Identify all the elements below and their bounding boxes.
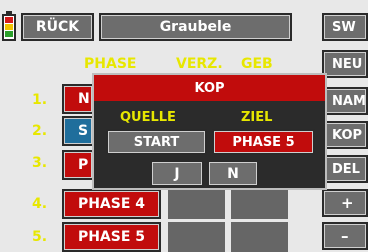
delay-cell[interactable] (168, 222, 225, 252)
target-label: ZIEL (241, 110, 273, 125)
phase-row-5-button[interactable]: PHASE 5 (62, 222, 161, 252)
phase-row-4-label: PHASE 4 (77, 196, 146, 212)
name-button[interactable]: NAM (322, 87, 368, 115)
source-label: QUELLE (120, 110, 176, 125)
target-phase-button[interactable]: PHASE 5 (212, 129, 315, 155)
back-button[interactable]: RÜCK (21, 13, 94, 41)
copy-button[interactable]: KOP (322, 121, 368, 149)
dialog-title: KOP (94, 75, 325, 101)
copy-button-label: KOP (332, 127, 363, 143)
gear-cell[interactable] (231, 222, 288, 252)
column-header-phase: PHASE (84, 56, 137, 72)
minus-button-label: – (341, 227, 349, 245)
plus-button-label: + (341, 194, 354, 212)
phase-row-5-label: PHASE 5 (77, 229, 146, 245)
model-name-button[interactable]: Graubele (99, 13, 292, 41)
row-number: 3. (32, 155, 48, 171)
phase-row-4-button[interactable]: PHASE 4 (62, 189, 161, 219)
delete-button-label: DEL (332, 161, 360, 177)
back-button-label: RÜCK (35, 19, 80, 35)
copy-dialog: KOP QUELLE ZIEL START PHASE 5 J N (92, 73, 327, 190)
minus-button[interactable]: – (322, 222, 368, 250)
switch-button[interactable]: SW (322, 13, 368, 41)
phase-row-3-button[interactable]: P (62, 150, 94, 180)
row-number: 4. (32, 196, 48, 212)
source-phase-value: START (133, 134, 180, 150)
target-phase-value: PHASE 5 (232, 134, 295, 150)
no-button[interactable]: N (207, 160, 259, 187)
phase-row-2-label: S (78, 123, 89, 139)
model-name: Graubele (159, 19, 232, 35)
gear-cell[interactable] (231, 189, 288, 219)
phase-row-3-label: P (78, 157, 89, 173)
yes-button-label: J (174, 165, 180, 182)
column-header-gear: GEB (241, 56, 273, 72)
new-button-label: NEU (332, 56, 363, 72)
phase-row-2-button[interactable]: S (62, 116, 94, 146)
screen: RÜCK Graubele PHASE VERZ. GEB 1. 2. 3. 4… (0, 0, 368, 252)
row-number: 5. (32, 229, 48, 245)
new-button[interactable]: NEU (322, 50, 368, 78)
no-button-label: N (227, 165, 239, 182)
row-number: 1. (32, 92, 48, 108)
phase-row-1-button[interactable]: N (62, 84, 94, 114)
switch-button-label: SW (332, 19, 356, 35)
delete-button[interactable]: DEL (322, 155, 368, 183)
battery-icon (2, 11, 16, 41)
dialog-title-text: KOP (194, 80, 225, 96)
row-number: 2. (32, 123, 48, 139)
delay-cell[interactable] (168, 189, 225, 219)
phase-row-1-label: N (78, 91, 90, 107)
name-button-label: NAM (332, 93, 366, 109)
source-phase-button[interactable]: START (106, 129, 207, 155)
plus-button[interactable]: + (322, 189, 368, 217)
column-header-delay: VERZ. (176, 56, 223, 72)
yes-button[interactable]: J (150, 160, 204, 187)
